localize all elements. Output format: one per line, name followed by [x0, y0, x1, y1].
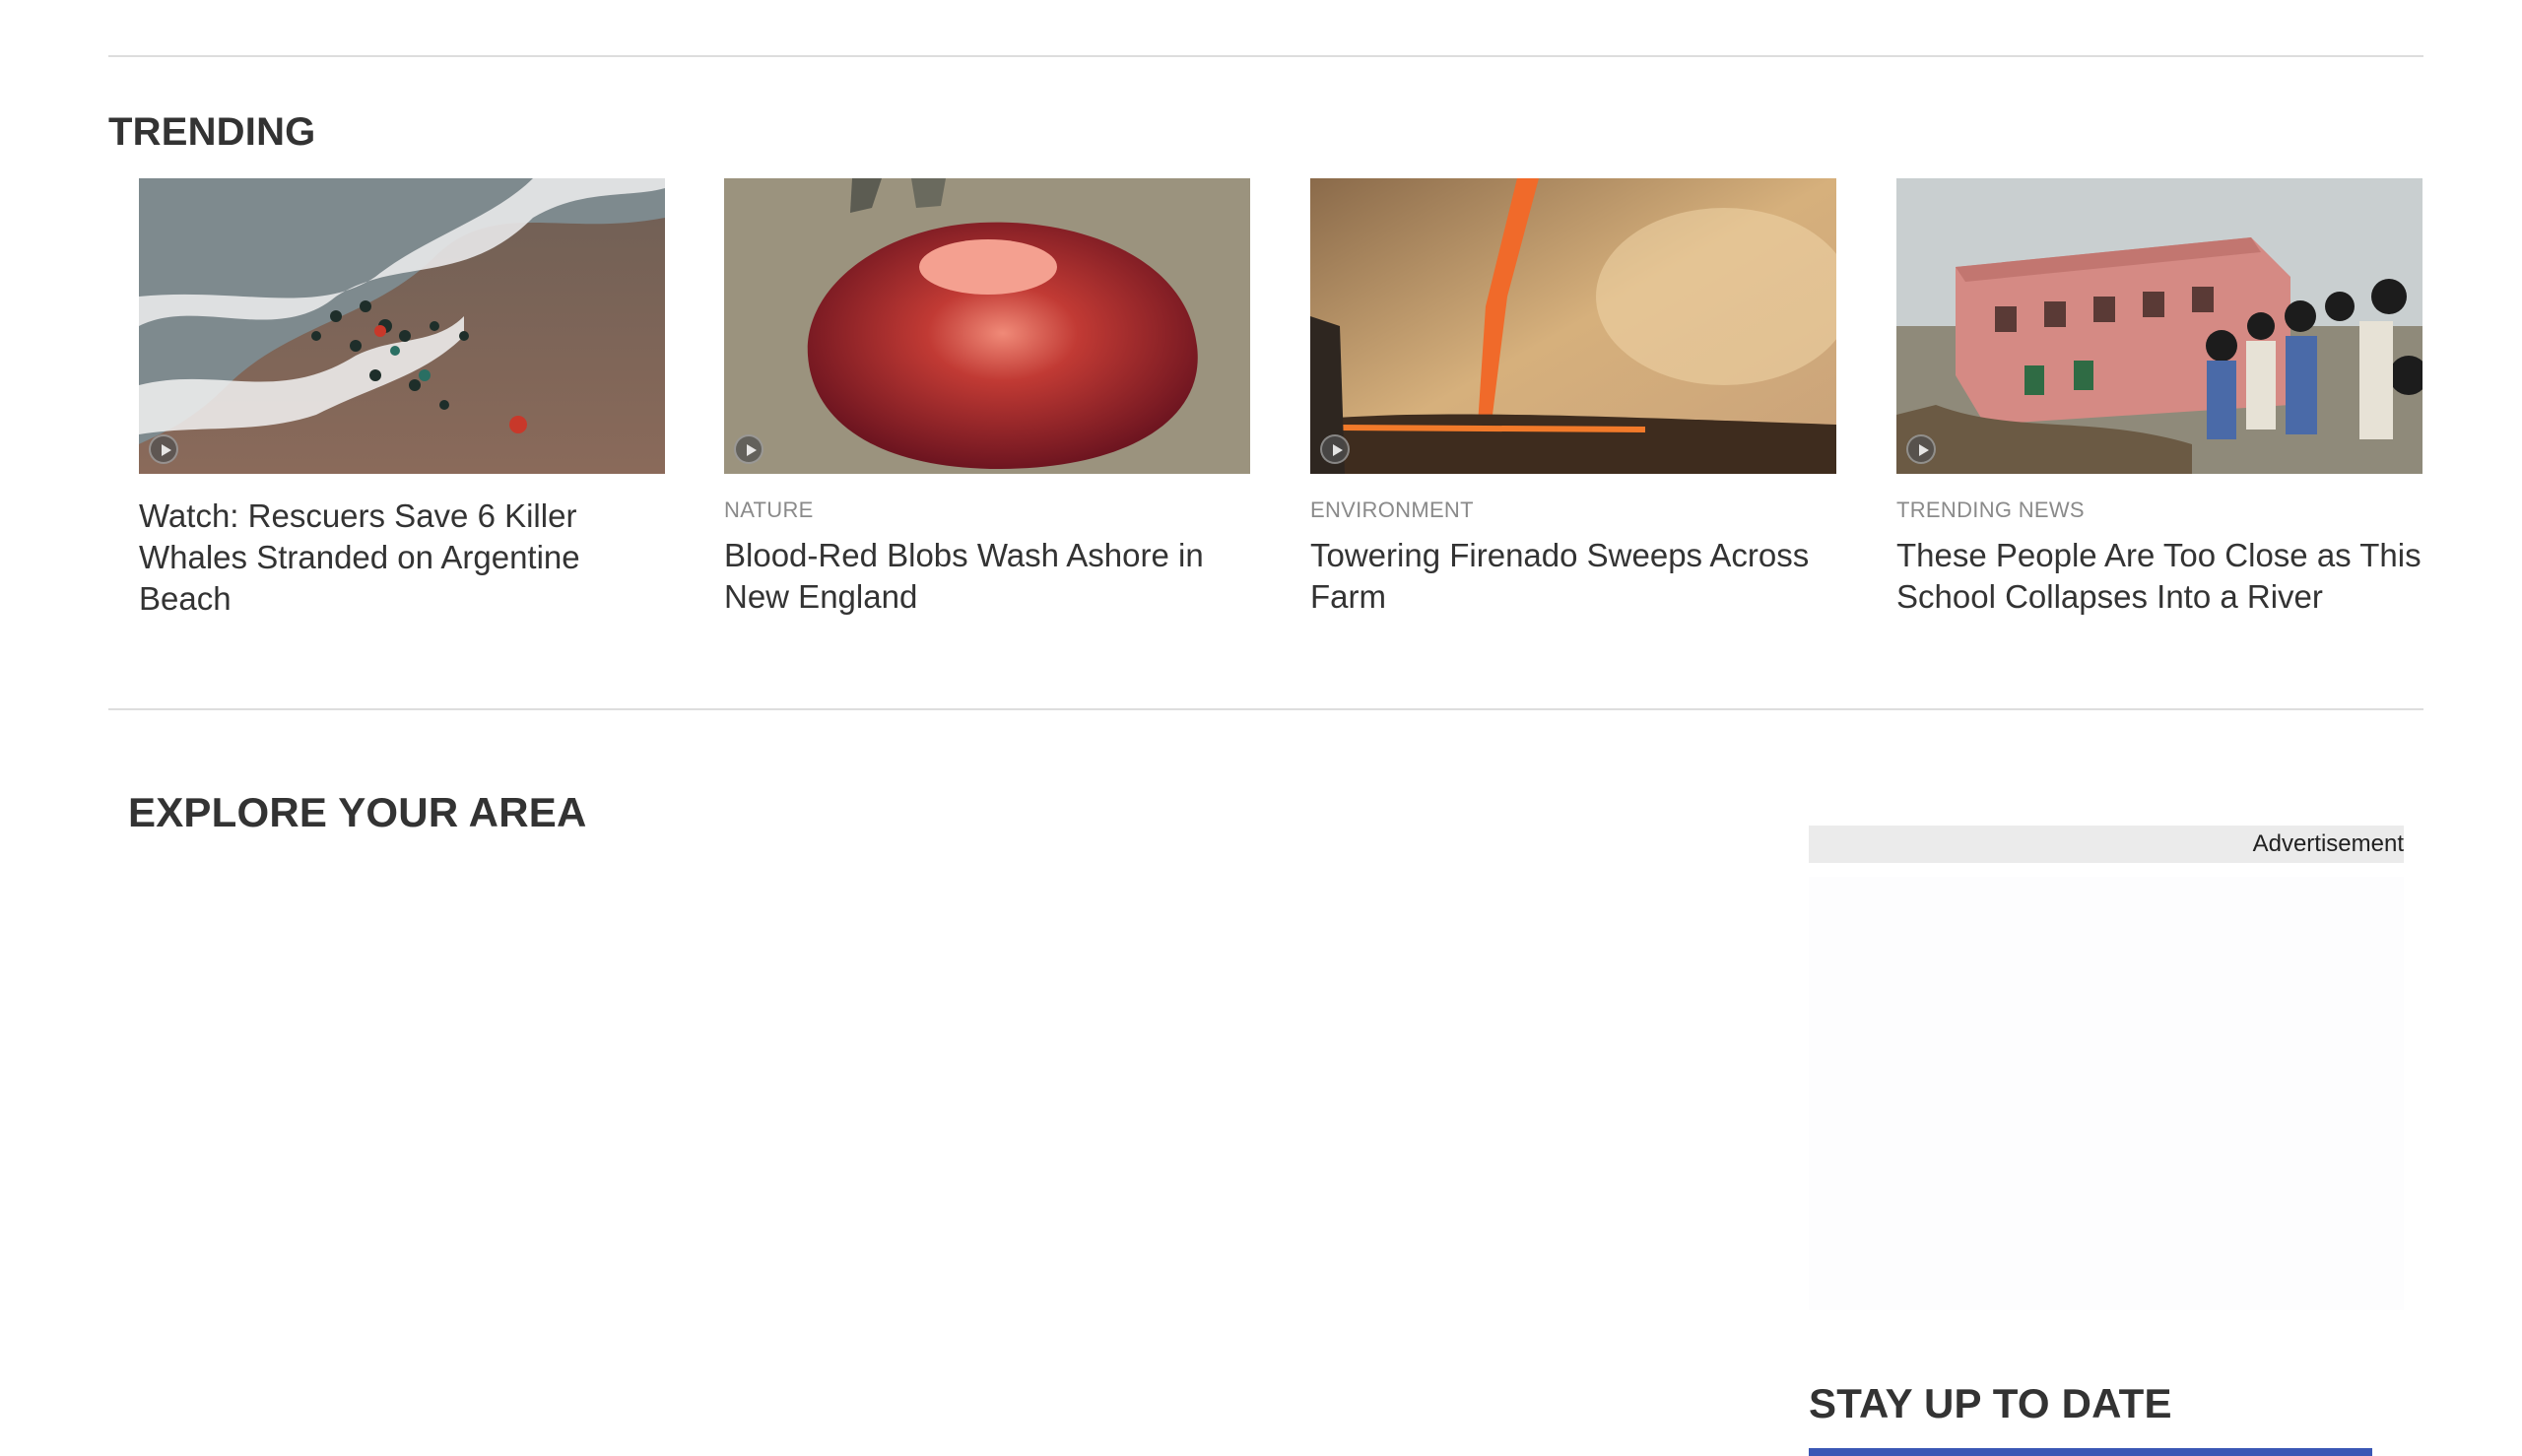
advertisement-slot[interactable]: [1809, 877, 2404, 1310]
play-icon[interactable]: [1320, 434, 1350, 464]
card-thumbnail[interactable]: [139, 178, 665, 474]
trending-card-2[interactable]: NATURE Blood-Red Blobs Wash Ashore in Ne…: [724, 178, 1250, 618]
trending-card-1[interactable]: Watch: Rescuers Save 6 Killer Whales Str…: [139, 178, 665, 620]
play-icon[interactable]: [1906, 434, 1936, 464]
stay-up-to-date-heading: STAY UP TO DATE: [1809, 1380, 2172, 1426]
card-thumbnail[interactable]: [1310, 178, 1836, 474]
card-category[interactable]: ENVIRONMENT: [1310, 497, 1836, 523]
play-icon[interactable]: [734, 434, 763, 464]
play-icon[interactable]: [149, 434, 178, 464]
card-thumbnail[interactable]: [1896, 178, 2422, 474]
advertisement-bar: Advertisement: [1809, 826, 2404, 863]
trending-card-3[interactable]: ENVIRONMENT Towering Firenado Sweeps Acr…: [1310, 178, 1836, 618]
school-collapse-image: [1896, 178, 2422, 474]
stay-up-to-date-accent-bar: [1809, 1448, 2372, 1456]
card-title[interactable]: These People Are Too Close as This Schoo…: [1896, 535, 2422, 618]
card-title[interactable]: Watch: Rescuers Save 6 Killer Whales Str…: [139, 496, 665, 620]
section-divider: [108, 708, 2423, 710]
advertisement-label: Advertisement: [2252, 830, 2404, 857]
trending-card-4[interactable]: TRENDING NEWS These People Are Too Close…: [1896, 178, 2422, 618]
card-title[interactable]: Blood-Red Blobs Wash Ashore in New Engla…: [724, 535, 1250, 618]
card-title[interactable]: Towering Firenado Sweeps Across Farm: [1310, 535, 1836, 618]
trending-heading: TRENDING: [108, 110, 316, 154]
explore-heading: EXPLORE YOUR AREA: [128, 789, 587, 835]
card-thumbnail[interactable]: [724, 178, 1250, 474]
whales-beach-image: [139, 178, 665, 474]
card-category[interactable]: TRENDING NEWS: [1896, 497, 2422, 523]
firenado-image: [1310, 178, 1836, 474]
card-category[interactable]: NATURE: [724, 497, 1250, 523]
red-blob-image: [724, 178, 1250, 474]
top-divider: [108, 55, 2423, 57]
